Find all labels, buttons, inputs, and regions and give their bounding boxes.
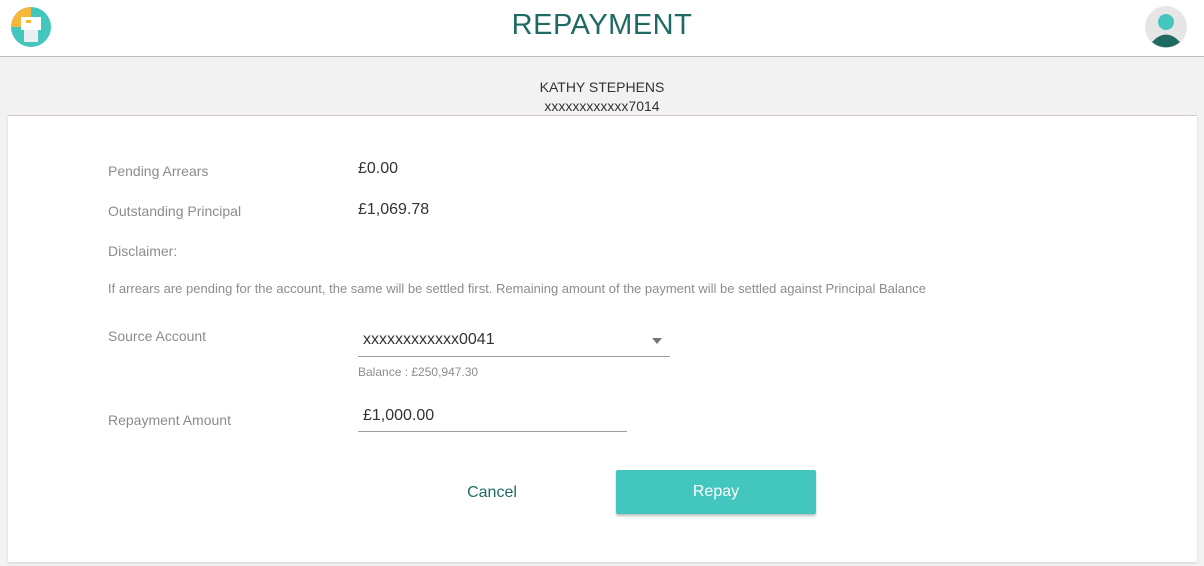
customer-info: KATHY STEPHENS xxxxxxxxxxxx7014 [0, 78, 1204, 116]
repayment-amount-label: Repayment Amount [108, 412, 231, 428]
page-title: REPAYMENT [511, 9, 693, 41]
repay-button[interactable]: Repay [616, 470, 816, 514]
disclaimer-text: If arrears are pending for the account, … [108, 281, 926, 296]
account-balance: Balance : £250,947.30 [358, 365, 479, 379]
customer-name: KATHY STEPHENS [539, 79, 665, 95]
repayment-form-card: Pending Arrears £0.00 Outstanding Princi… [8, 115, 1197, 562]
pending-arrears-label: Pending Arrears [108, 163, 209, 179]
source-account-label: Source Account [108, 328, 207, 344]
app-header: REPAYMENT [0, 0, 1204, 57]
source-account-selected-value: xxxxxxxxxxxx0041 [363, 331, 495, 348]
outstanding-principal-label: Outstanding Principal [108, 203, 242, 219]
user-avatar-icon[interactable] [1144, 5, 1188, 49]
outstanding-principal-value: £1,069.78 [358, 201, 430, 218]
pending-arrears-value: £0.00 [358, 160, 399, 177]
repayment-amount-input[interactable] [358, 400, 627, 432]
chevron-down-icon[interactable] [652, 338, 662, 344]
source-account-select[interactable]: xxxxxxxxxxxx0041 [358, 326, 670, 357]
disclaimer-label: Disclaimer: [108, 243, 178, 259]
customer-account-number: xxxxxxxxxxxx7014 [544, 98, 660, 114]
cancel-button[interactable]: Cancel [408, 471, 576, 515]
